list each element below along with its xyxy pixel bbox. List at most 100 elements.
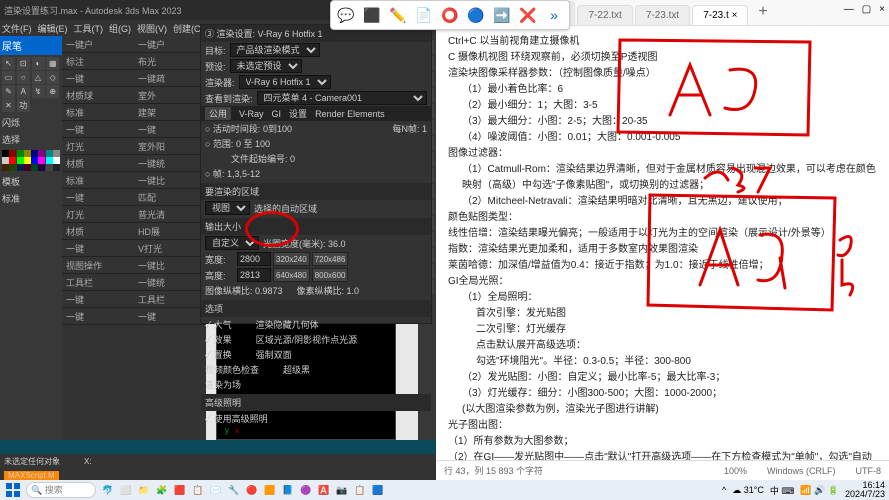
weather-icon[interactable]: ☁ 31°C: [732, 485, 764, 496]
taskbar-app-icon[interactable]: ⬜: [118, 482, 134, 498]
auto-region[interactable]: 选择的自动区域: [254, 202, 317, 215]
side-item[interactable]: 标准: [62, 172, 134, 189]
tray-lang[interactable]: 中 ⌨: [770, 484, 795, 497]
taskbar-app-icon[interactable]: 🧩: [154, 482, 170, 498]
side-item[interactable]: 视图操作: [62, 257, 134, 274]
maxscript-tag[interactable]: MAXScript M: [4, 471, 59, 480]
tool-page-icon[interactable]: 📄: [412, 3, 436, 27]
side-item[interactable]: 工具栏: [62, 274, 134, 291]
radio-range[interactable]: ○ 范围: 0 至 100: [205, 137, 270, 150]
tool-arrow-icon[interactable]: ➡️: [490, 3, 514, 27]
swatch[interactable]: [17, 150, 24, 157]
swatch[interactable]: [9, 164, 16, 171]
side-item[interactable]: 标注: [62, 53, 134, 70]
tool-chat-icon[interactable]: 💬: [334, 3, 358, 27]
side-item[interactable]: 一键比: [134, 172, 206, 189]
swatch[interactable]: [53, 157, 60, 164]
opt-adv-light[interactable]: ✓ 使用高级照明: [205, 412, 268, 425]
taskbar-app-icon[interactable]: 🟦: [370, 482, 386, 498]
tool-icon[interactable]: ↯: [32, 85, 45, 98]
height-input[interactable]: [237, 268, 271, 282]
tool-icon[interactable]: ◇: [46, 71, 59, 84]
preset-720[interactable]: 720x486: [312, 252, 349, 266]
size-custom[interactable]: 自定义: [205, 236, 259, 250]
preset-640[interactable]: 640x480: [273, 268, 310, 282]
swatch[interactable]: [24, 150, 31, 157]
taskbar-app-icon[interactable]: 🐬: [100, 482, 116, 498]
side-item[interactable]: 一键: [62, 291, 134, 308]
swatch[interactable]: [53, 164, 60, 171]
opt-area[interactable]: 区域光源/阴影视作点光源: [256, 333, 358, 346]
tab-3[interactable]: 7-23.txt: [635, 5, 690, 25]
menu-file[interactable]: 文件(F): [2, 22, 32, 35]
tool-icon[interactable]: ○: [17, 71, 30, 84]
clock[interactable]: 16:142024/7/23: [845, 481, 885, 499]
taskbar-app-icon[interactable]: 🔧: [226, 482, 242, 498]
side-item[interactable]: 一键: [134, 121, 206, 138]
swatch[interactable]: [46, 164, 53, 171]
taskbar-app-icon[interactable]: 📋: [352, 482, 368, 498]
swatch[interactable]: [9, 157, 16, 164]
swatch[interactable]: [2, 157, 9, 164]
menu-group[interactable]: 组(G): [109, 22, 131, 35]
side-item[interactable]: 一键统: [134, 274, 206, 291]
notepad-body[interactable]: Ctrl+C 以当前视角建立摄像机C 摄像机视图 环绕观察前，必须切换至P透视图…: [436, 26, 889, 460]
side-item[interactable]: 一键疏: [134, 70, 206, 87]
timeline[interactable]: [0, 440, 436, 454]
opt-2side[interactable]: 强制双面: [256, 348, 292, 361]
swatch[interactable]: [46, 150, 53, 157]
side-item[interactable]: 材质: [62, 223, 134, 240]
tool-icon[interactable]: ◐: [32, 57, 45, 70]
taskbar-app-icon[interactable]: 🟧: [262, 482, 278, 498]
area-select[interactable]: 视图: [205, 201, 250, 215]
tool-icon[interactable]: ⊕: [46, 85, 59, 98]
menu-edit[interactable]: 编辑(E): [38, 22, 68, 35]
menu-create[interactable]: 创建(C): [173, 22, 204, 35]
tool-record-icon[interactable]: ⭕: [438, 3, 462, 27]
side-item[interactable]: 室外: [134, 87, 206, 104]
swatch[interactable]: [17, 157, 24, 164]
taskbar-app-icon[interactable]: 🟣: [298, 482, 314, 498]
side-item[interactable]: 一键统: [134, 155, 206, 172]
side-item[interactable]: 材质球: [62, 87, 134, 104]
taskbar-app-icon[interactable]: 📁: [136, 482, 152, 498]
tool-pencil-icon[interactable]: ✏️: [386, 3, 410, 27]
swatch[interactable]: [38, 164, 45, 171]
renderer-select[interactable]: V-Ray 6 Hotfix 1: [239, 75, 331, 89]
tool-icon[interactable]: ✕: [2, 99, 15, 112]
tool-icon[interactable]: ▭: [2, 71, 15, 84]
preset-320[interactable]: 320x240: [273, 252, 310, 266]
menu-tools[interactable]: 工具(T): [74, 22, 104, 35]
side-item[interactable]: 一键比: [134, 257, 206, 274]
tool-icon[interactable]: A: [17, 85, 30, 98]
preset-800[interactable]: 800x600: [312, 268, 349, 282]
tab-4[interactable]: 7-23.t ×: [692, 5, 748, 25]
opt-atm[interactable]: ✓ 大气: [205, 318, 232, 331]
tool-close-icon[interactable]: ❌: [516, 3, 540, 27]
side-item[interactable]: 一键户: [134, 36, 206, 53]
swatch[interactable]: [9, 150, 16, 157]
side-item[interactable]: 灯光: [62, 138, 134, 155]
tab-settings[interactable]: 设置: [289, 107, 307, 120]
side-item[interactable]: 材质: [62, 155, 134, 172]
side-item[interactable]: 建架: [134, 104, 206, 121]
taskbar-app-icon[interactable]: 📘: [280, 482, 296, 498]
side-item[interactable]: 室外阳: [134, 138, 206, 155]
tool-icon[interactable]: ✎: [2, 85, 15, 98]
minimize-icon[interactable]: —: [844, 4, 854, 15]
tab-re[interactable]: Render Elements: [315, 109, 385, 119]
side-item[interactable]: 一键: [62, 70, 134, 87]
swatch[interactable]: [24, 157, 31, 164]
side-item[interactable]: V打光: [134, 240, 206, 257]
side-item[interactable]: 布光: [134, 53, 206, 70]
side-item[interactable]: 一键: [62, 121, 134, 138]
tool-icon[interactable]: △: [32, 71, 45, 84]
radio-single[interactable]: ○ 活动时间段: 0到100: [205, 122, 292, 135]
width-input[interactable]: [237, 252, 271, 266]
tray-wifi-icon[interactable]: 📶 🔊 🔋: [800, 485, 839, 496]
side-item[interactable]: HD展: [134, 223, 206, 240]
swatch[interactable]: [2, 164, 9, 171]
taskbar-app-icon[interactable]: 📋: [190, 482, 206, 498]
taskbar-app-icon[interactable]: 🅰️: [316, 482, 332, 498]
swatch[interactable]: [17, 164, 24, 171]
